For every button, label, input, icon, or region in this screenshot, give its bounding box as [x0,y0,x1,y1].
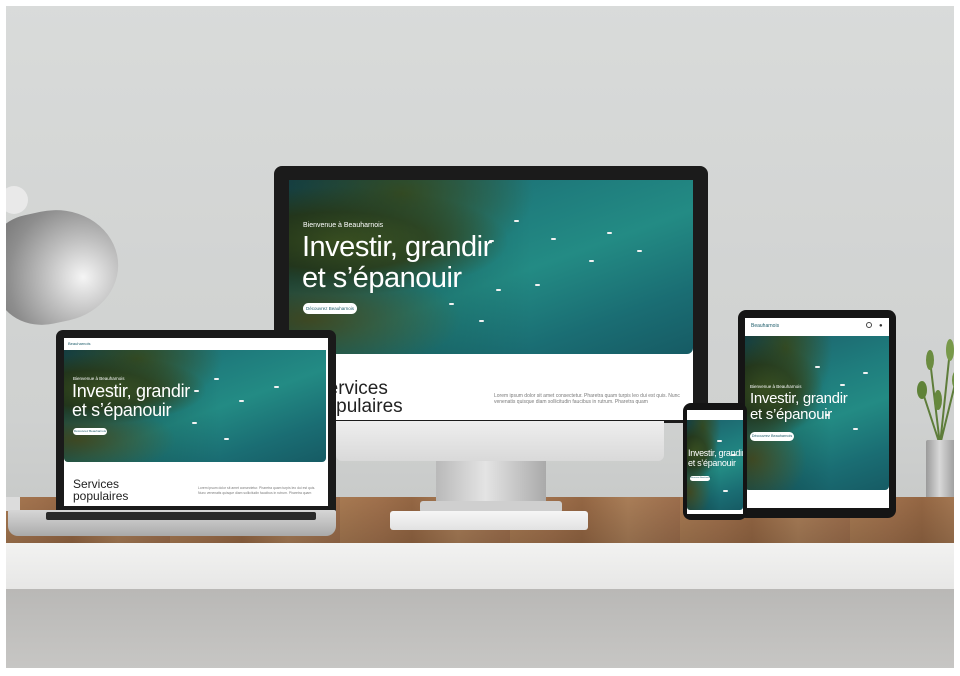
phone-hero-image: Investir, grandir et s’épanouir Découvre… [687,420,743,510]
laptop-hero-image: Bienvenue à Beauharnois Investir, grandi… [64,350,326,462]
menu-icon[interactable]: ● [879,323,883,329]
tablet-headline-line-1: Investir, grandir [750,390,848,407]
laptop-headline-line-1: Investir, grandir [72,381,190,401]
desk-lamp [0,198,129,334]
shelf-front [0,543,960,589]
hero-headline: Investir, grandir et s’épanouir [302,232,492,294]
shelf-shadow [0,589,960,669]
tablet-hero-headline: Investir, grandir et s’épanouir [750,390,848,423]
monitor-screen: Bienvenue à Beauharnois Investir, grandi… [289,180,693,420]
frame-left [0,0,6,676]
frame-right [954,0,960,676]
keyboard [390,511,588,530]
frame-top [0,0,960,6]
laptop-hero-headline: Investir, grandir et s’épanouir [72,382,190,420]
services-description: Lorem ipsum dolor sit amet consectetur. … [494,393,680,405]
laptop-services-heading: Services populaires [73,478,128,502]
phone-hero-headline: Investir, grandir et s’épanouir [688,448,743,468]
search-icon[interactable] [866,322,872,328]
welcome-text: Bienvenue à Beauharnois [303,222,384,229]
monitor-chin [336,421,664,461]
tablet-screen: Beauharnois ● Bienvenue à Beauharnois In… [745,318,889,508]
desk-scene: Bienvenue à Beauharnois Investir, grandi… [0,0,960,676]
laptop-keyboard [46,512,316,520]
tablet-welcome-text: Bienvenue à Beauharnois [750,384,802,389]
laptop-screen: Beauharnois Bienvenue à Beauharnois Inve… [64,338,328,506]
tablet-hero-image: Bienvenue à Beauharnois Investir, grandi… [745,336,889,490]
hero-image: Bienvenue à Beauharnois Investir, grandi… [289,180,693,354]
phone-screen: Investir, grandir et s’épanouir Découvre… [687,410,743,514]
laptop-brand: Beauharnois [68,341,91,346]
headline-line-2: et s’épanouir [302,262,462,294]
laptop-headline-line-2: et s’épanouir [72,400,172,420]
laptop-services-line-2: populaires [73,489,129,503]
tablet-headline-line-2: et s’épanouir [750,406,832,423]
monitor-stand [436,461,546,505]
phone-cta-button[interactable]: Découvrez Beauharnois [690,476,711,481]
phone-headline-line-1: Investir, grandir [688,448,743,458]
phone-headline-line-2: et s’épanouir [688,458,736,468]
frame-bottom [0,668,960,676]
headline-line-1: Investir, grandir [302,231,492,263]
tablet-cta-button[interactable]: Découvrez Beauharnois [750,432,794,441]
plant [917,339,960,446]
laptop-services-description: Lorem ipsum dolor sit amet consectetur. … [198,486,316,495]
cta-button[interactable]: Découvrez Beauharnois [303,303,357,314]
tablet-brand: Beauharnois [751,323,780,329]
laptop-cta-button[interactable]: Découvrez Beauharnois [73,428,107,435]
